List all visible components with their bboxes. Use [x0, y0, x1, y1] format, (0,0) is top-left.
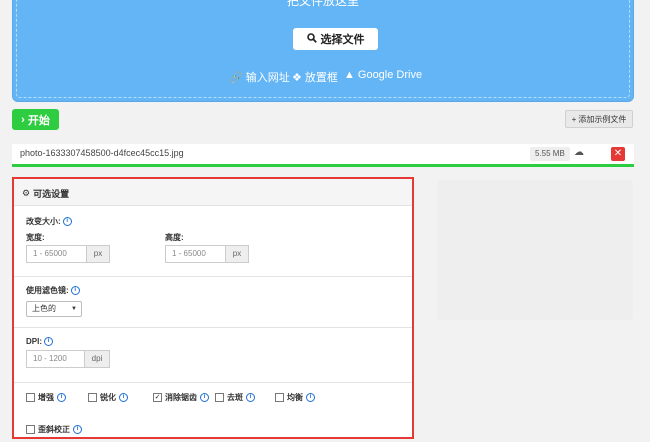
height-label: 高度: [165, 233, 184, 242]
file-row: photo-1633307458500-d4fcec45cc15.jpg 5.5… [12, 144, 634, 167]
link-icon: 🔗 [229, 71, 243, 84]
caret-down-icon: ▼ [71, 306, 77, 312]
checkbox-label: 增强 [38, 393, 54, 402]
options-title: ⚙ 可选设置 [22, 187, 69, 200]
width-label: 宽度: [26, 233, 45, 242]
checkbox-box[interactable] [275, 393, 284, 402]
file-size-badge: 5.55 MB [530, 147, 570, 161]
source-url-link[interactable]: 🔗 输入网址 [229, 69, 290, 85]
checkbox-sharpen[interactable]: 锐化 i [88, 392, 128, 403]
source-dropbox-link[interactable]: ❖ 放置框 [292, 69, 338, 85]
width-input[interactable]: 1 - 65000 px [26, 245, 110, 263]
search-icon [306, 32, 317, 46]
info-icon[interactable]: i [57, 393, 66, 402]
options-header: ⚙ 可选设置 [14, 179, 412, 206]
close-icon: ✕ [613, 148, 623, 159]
checkbox-label: 锐化 [100, 393, 116, 402]
resize-label: 改变大小: i [26, 216, 72, 227]
filter-selected-value: 上色的 [32, 304, 56, 313]
checkbox-label: 消除锯齿 [165, 393, 197, 402]
height-input[interactable]: 1 - 65000 px [165, 245, 249, 263]
file-dropzone[interactable]: 把文件放这里 选择文件 🔗 输入网址 ❖ 放置框 ▲ Google Drive [12, 0, 634, 102]
google-drive-icon: ▲ [344, 69, 355, 81]
checkbox-antialias[interactable]: ✓ 消除锯齿 i [153, 392, 209, 403]
source-google-drive-label: Google Drive [357, 69, 423, 81]
checkbox-equalize[interactable]: 均衡 i [275, 392, 315, 403]
source-dropbox-label: 放置框 [304, 72, 338, 84]
optional-settings-panel: ⚙ 可选设置 改变大小: i 宽度: 1 - 65000 px 高度: 1 - … [12, 177, 414, 439]
checkbox-box[interactable] [26, 425, 35, 434]
plus-icon: + [571, 114, 577, 124]
checkbox-label: 歪斜校正 [38, 425, 70, 434]
cloud-upload-icon[interactable]: ☁ [574, 147, 584, 158]
dpi-label: DPI: i [26, 337, 53, 346]
checkbox-box[interactable] [88, 393, 97, 402]
divider [14, 382, 412, 383]
checkbox-despeckle[interactable]: 去斑 i [215, 392, 255, 403]
divider [14, 276, 412, 277]
checkbox-label: 去斑 [227, 393, 243, 402]
start-label: 开始 [27, 114, 50, 127]
info-icon[interactable]: i [73, 425, 82, 434]
source-url-label: 输入网址 [245, 72, 290, 84]
dpi-input[interactable]: 10 - 1200 dpi [26, 350, 110, 368]
source-google-drive-link[interactable]: ▲ Google Drive [344, 69, 422, 81]
add-sample-file-button[interactable]: + 添加示例文件 [565, 110, 633, 128]
ad-placeholder-panel [437, 180, 633, 320]
checkbox-box[interactable] [215, 393, 224, 402]
info-icon[interactable]: i [62, 217, 72, 226]
checkbox-enhance[interactable]: 增强 i [26, 392, 66, 403]
info-icon[interactable]: i [70, 286, 80, 295]
dpi-placeholder: 10 - 1200 [33, 354, 67, 363]
dropzone-hint: 把文件放这里 [286, 0, 359, 8]
height-unit: px [225, 246, 248, 262]
checkbox-label: 均衡 [287, 393, 303, 402]
choose-file-label: 选择文件 [320, 34, 365, 46]
info-icon[interactable]: i [200, 393, 209, 402]
info-icon[interactable]: i [119, 393, 128, 402]
dpi-label-text: DPI: [26, 337, 42, 346]
filter-select[interactable]: 上色的 ▼ [26, 301, 82, 317]
delete-file-button[interactable]: ✕ [611, 147, 625, 161]
choose-file-button[interactable]: 选择文件 [293, 28, 378, 50]
height-placeholder: 1 - 65000 [172, 249, 206, 258]
filter-label: 使用滤色镜: i [26, 285, 80, 296]
file-name: photo-1633307458500-d4fcec45cc15.jpg [20, 148, 184, 158]
dpi-unit: dpi [84, 351, 109, 367]
checkbox-deskew[interactable]: 歪斜校正 i [26, 424, 82, 435]
info-icon[interactable]: i [246, 393, 255, 402]
checkbox-box[interactable] [26, 393, 35, 402]
add-sample-label: 添加示例文件 [578, 114, 627, 124]
filter-label-text: 使用滤色镜: [26, 286, 69, 295]
start-button[interactable]: › 开始 [12, 109, 59, 130]
width-placeholder: 1 - 65000 [33, 249, 67, 258]
checkbox-checked-box[interactable]: ✓ [153, 393, 162, 402]
divider [14, 327, 412, 328]
info-icon[interactable]: i [44, 337, 53, 346]
resize-label-text: 改变大小: [26, 217, 61, 226]
dropbox-icon: ❖ [292, 71, 302, 84]
chevron-right-icon: › [21, 113, 25, 126]
info-icon[interactable]: i [306, 393, 315, 402]
width-unit: px [86, 246, 109, 262]
options-title-text: 可选设置 [33, 189, 70, 199]
gears-icon: ⚙ [22, 188, 31, 198]
